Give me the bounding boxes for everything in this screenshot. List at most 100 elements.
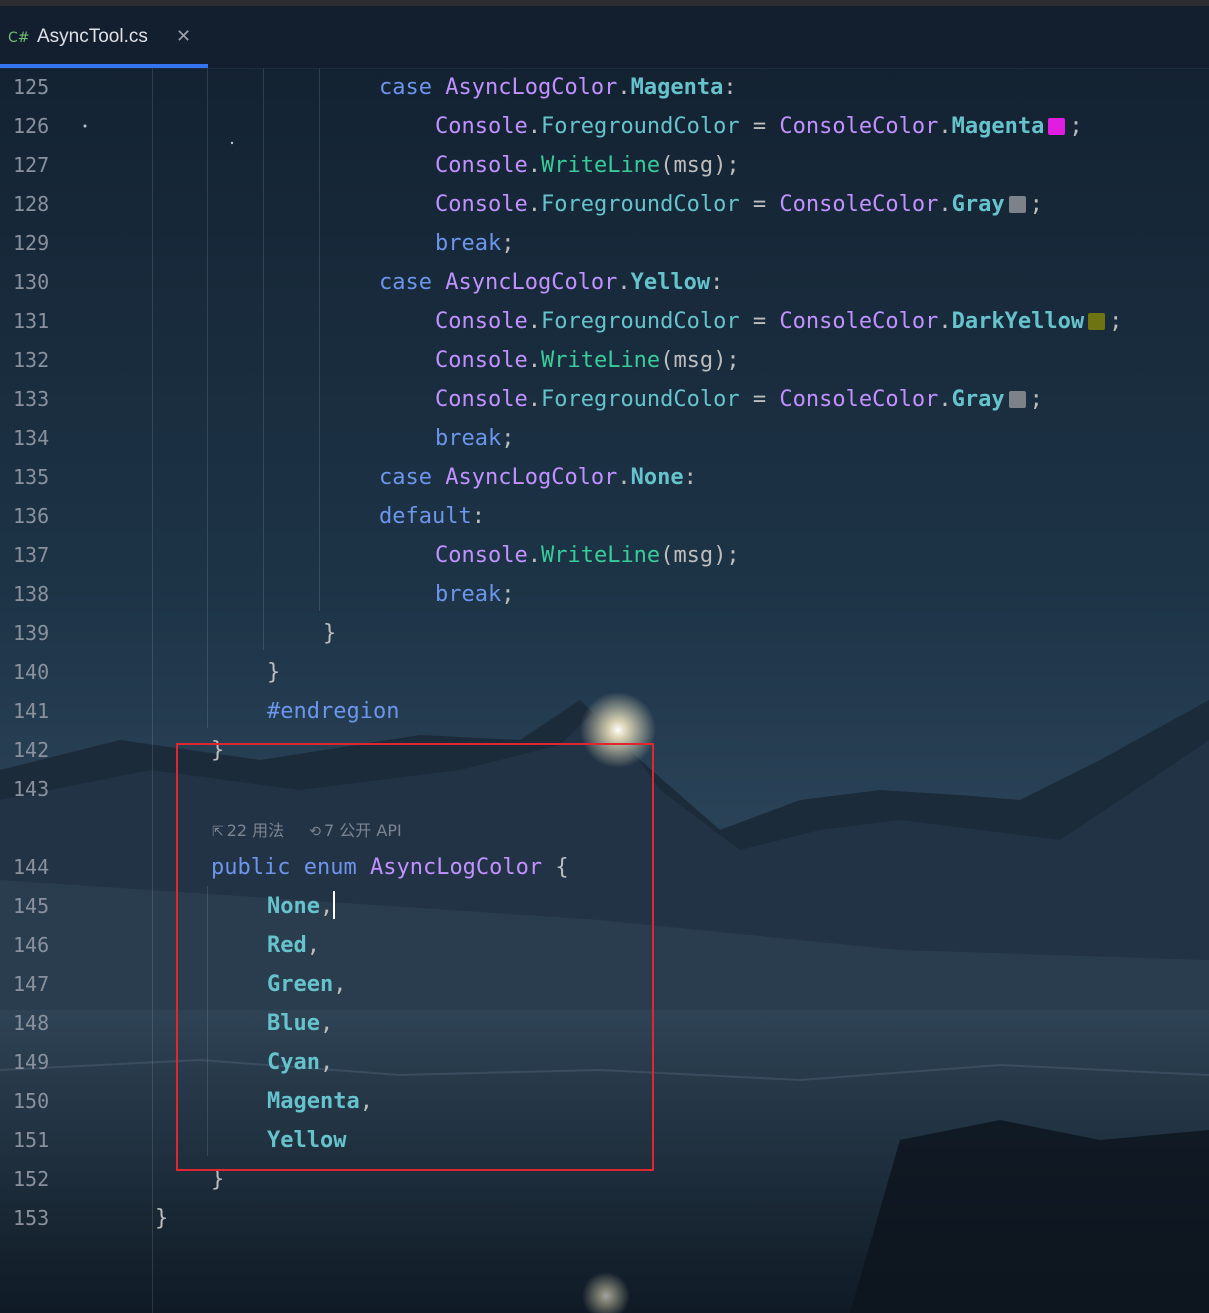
punctuation: = [739,387,780,412]
punctuation: = [739,192,780,217]
code-line-144[interactable]: 144 public enum AsyncLogColor { [0,848,1209,887]
code-line-136[interactable]: 136 default: [0,497,1209,536]
code-text: Blue, [267,1004,333,1043]
type-name: Console [435,192,528,217]
public-api-icon: ⟲ [309,824,322,840]
usages-hint[interactable]: ⇱ 22 用法 [212,820,284,843]
color-swatch-icon[interactable] [1008,196,1026,213]
punctuation: ); [713,348,740,373]
line-number: 148 [13,1011,50,1035]
punctuation: ; [501,582,515,607]
type-name: AsyncLogColor [445,75,618,100]
enum-member: Yellow [267,1128,347,1153]
punctuation: } [155,1206,169,1231]
color-swatch-icon[interactable] [1048,118,1066,135]
method: WriteLine [540,348,661,373]
code-line-147[interactable]: 147 Green, [0,965,1209,1004]
color-swatch-icon[interactable] [1008,391,1026,408]
line-number: 141 [13,699,50,723]
code-line-130[interactable]: 130 case AsyncLogColor.Yellow: [0,263,1209,302]
code-text: Console.WriteLine(msg); [435,536,740,575]
code-line-141[interactable]: 141 #endregion [0,692,1209,731]
code-text: } [155,1199,168,1238]
line-number: 152 [13,1167,50,1191]
enum-member: Gray [951,192,1005,217]
code-line-142[interactable]: 142} [0,731,1209,770]
code-line-145[interactable]: 145 None, [0,887,1209,926]
type-name: AsyncLogColor [445,270,618,295]
line-number: 142 [13,738,50,762]
line-number: 153 [13,1206,50,1230]
code-line-139[interactable]: 139} [0,614,1209,653]
code-text: Console.WriteLine(msg); [435,146,740,185]
code-text: case AsyncLogColor.Magenta: [379,68,737,107]
text-cursor [333,891,336,919]
punctuation: , [306,933,320,958]
enum-member: Magenta [951,114,1045,139]
line-number: 127 [13,153,50,177]
punctuation: ; [1029,387,1043,412]
code-line-153[interactable]: 153} [0,1199,1209,1238]
line-number: 145 [13,894,50,918]
code-line-125[interactable]: 125 case AsyncLogColor.Magenta: [0,68,1209,107]
code-line-137[interactable]: 137 Console.WriteLine(msg); [0,536,1209,575]
punctuation: . [527,387,541,412]
code-line-127[interactable]: 127 Console.WriteLine(msg); [0,146,1209,185]
enum-member: None [267,894,320,919]
code-line-150[interactable]: 150 Magenta, [0,1082,1209,1121]
line-number: 131 [13,309,50,333]
code-line-131[interactable]: 131 Console.ForegroundColor = ConsoleColo… [0,302,1209,341]
code-line-146[interactable]: 146 Red, [0,926,1209,965]
code-line-126[interactable]: 126 Console.ForegroundColor = ConsoleColo… [0,107,1209,146]
code-line-133[interactable]: 133 Console.ForegroundColor = ConsoleColo… [0,380,1209,419]
code-line-138[interactable]: 138 break; [0,575,1209,614]
code-text: #endregion [267,692,399,731]
code-line-152[interactable]: 152} [0,1160,1209,1199]
code-text: None, [267,887,336,926]
line-number: 136 [13,504,50,528]
code-text: } [211,731,224,770]
tab-asynctool-cs[interactable]: C# AsyncTool.cs ✕ [0,6,208,68]
color-swatch-icon[interactable] [1088,313,1106,330]
punctuation: } [211,1167,225,1192]
code-line-128[interactable]: 128 Console.ForegroundColor = ConsoleColo… [0,185,1209,224]
code-line-129[interactable]: 129 break; [0,224,1209,263]
punctuation: ); [713,153,740,178]
punctuation: . [617,75,631,100]
punctuation: , [319,1050,334,1075]
code-line-135[interactable]: 135 case AsyncLogColor.None: [0,458,1209,497]
code-line-149[interactable]: 149 Cyan, [0,1043,1209,1082]
code-text: Console.WriteLine(msg); [435,341,740,380]
punctuation: ( [660,153,674,178]
code-line-134[interactable]: 134 break; [0,419,1209,458]
close-icon[interactable]: ✕ [176,26,191,47]
enum-member: DarkYellow [951,309,1085,334]
code-text: } [323,614,336,653]
line-number: 125 [13,75,50,99]
code-line-143[interactable]: 143 [0,770,1209,809]
active-tab-indicator [0,64,208,68]
public-api-hint[interactable]: ⟲ 7 公开 API [309,820,401,843]
code-line-140[interactable]: 140} [0,653,1209,692]
code-editor[interactable]: ⇱ 22 用法 ⟲ 7 公开 API 125 case AsyncLogColor.M… [0,68,1209,1313]
punctuation: } [211,738,225,763]
keyword: case [379,75,432,100]
punctuation: : [471,504,485,529]
line-number: 144 [13,855,50,879]
punctuation: . [938,387,952,412]
variable: msg [673,348,714,373]
punctuation: ; [501,426,515,451]
code-line-148[interactable]: 148 Blue, [0,1004,1209,1043]
line-number: 149 [13,1050,50,1074]
code-line-132[interactable]: 132 Console.WriteLine(msg); [0,341,1209,380]
punctuation: : [710,270,724,295]
line-number: 126 [13,114,50,138]
punctuation: : [683,465,697,490]
member: ForegroundColor [540,387,740,412]
usages-label: 22 用法 [226,821,285,840]
punctuation: ); [713,543,740,568]
variable: msg [673,153,714,178]
code-line-151[interactable]: 151 Yellow [0,1121,1209,1160]
line-number: 133 [13,387,50,411]
csharp-file-icon: C# [8,30,30,46]
